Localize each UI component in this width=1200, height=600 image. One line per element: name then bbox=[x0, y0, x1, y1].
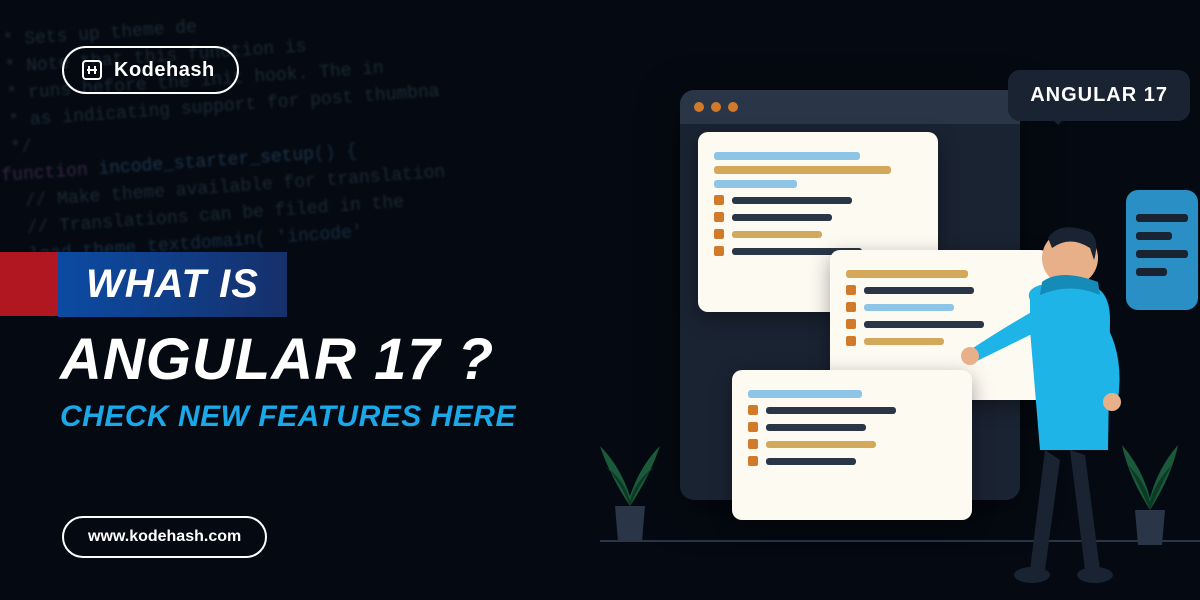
traffic-dot-icon bbox=[728, 102, 738, 112]
headline-main: ANGULAR 17 ? bbox=[60, 326, 494, 393]
code-panel bbox=[732, 370, 972, 520]
plant-icon bbox=[1110, 430, 1190, 550]
speech-bubble: ANGULAR 17 bbox=[1008, 70, 1190, 121]
traffic-dot-icon bbox=[694, 102, 704, 112]
accent-bar bbox=[0, 252, 58, 316]
plant-icon bbox=[590, 426, 670, 546]
website-url: www.kodehash.com bbox=[62, 516, 267, 558]
browser-titlebar bbox=[680, 90, 1020, 124]
logo-icon bbox=[80, 58, 104, 82]
headline-sub: CHECK NEW FEATURES HERE bbox=[60, 400, 516, 434]
headline-badge: WHAT IS bbox=[58, 252, 287, 317]
brand-logo: Kodehash bbox=[62, 46, 239, 94]
traffic-dot-icon bbox=[711, 102, 721, 112]
brand-name: Kodehash bbox=[114, 59, 215, 82]
